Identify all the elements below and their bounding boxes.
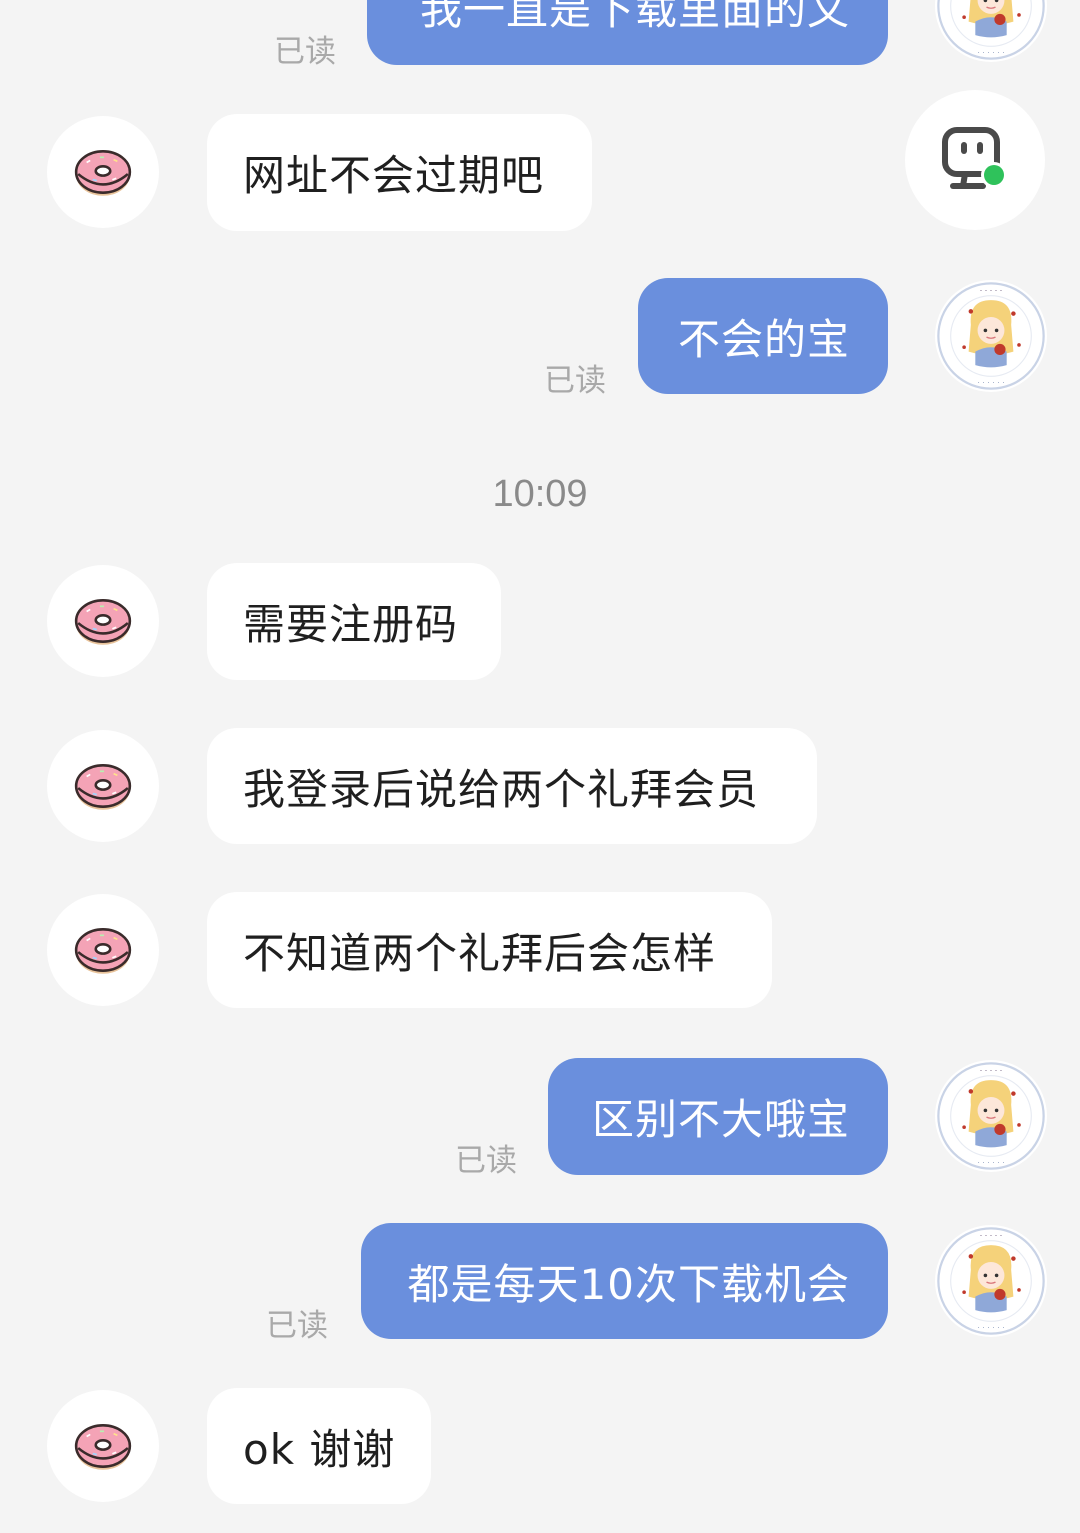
message-text: 我登录后说给两个礼拜会员 bbox=[243, 764, 760, 814]
avatar[interactable] bbox=[935, 1225, 1047, 1337]
avatar[interactable] bbox=[935, 0, 1047, 62]
avatar[interactable] bbox=[47, 1390, 159, 1502]
message-bubble[interactable]: 都是每天10次下载机会 bbox=[361, 1223, 888, 1339]
message-text: ok 谢谢 bbox=[243, 1424, 396, 1474]
message-text: 不知道两个礼拜后会怎样 bbox=[243, 928, 717, 978]
read-status: 已读 bbox=[274, 34, 336, 70]
read-status: 已读 bbox=[266, 1308, 328, 1344]
robot-assistant-icon bbox=[942, 127, 1007, 189]
girl-sticker-avatar-icon bbox=[935, 0, 1047, 62]
girl-sticker-avatar-icon bbox=[935, 1060, 1047, 1172]
donut-avatar-icon bbox=[72, 1415, 134, 1477]
read-status: 已读 bbox=[544, 363, 606, 399]
read-status: 已读 bbox=[455, 1143, 517, 1179]
donut-avatar-icon bbox=[72, 919, 134, 981]
message-text: 区别不大哦宝 bbox=[591, 1095, 850, 1144]
message-bubble[interactable]: 网址不会过期吧 bbox=[207, 114, 592, 231]
assistant-floating-button[interactable] bbox=[905, 90, 1045, 230]
timestamp: 10:09 bbox=[492, 473, 588, 515]
message-text: 我一直是下载里面的文 bbox=[419, 0, 850, 34]
girl-sticker-avatar-icon bbox=[935, 280, 1047, 392]
avatar[interactable] bbox=[935, 1060, 1047, 1172]
girl-sticker-avatar-icon bbox=[935, 1225, 1047, 1337]
message-bubble[interactable]: 区别不大哦宝 bbox=[548, 1058, 888, 1175]
message-text: 不会的宝 bbox=[677, 314, 850, 364]
avatar[interactable] bbox=[935, 280, 1047, 392]
donut-avatar-icon bbox=[72, 755, 134, 817]
avatar[interactable] bbox=[47, 565, 159, 677]
message-bubble[interactable]: 不知道两个礼拜后会怎样 bbox=[207, 892, 772, 1008]
avatar[interactable] bbox=[47, 894, 159, 1006]
avatar[interactable] bbox=[47, 116, 159, 228]
avatar[interactable] bbox=[47, 730, 159, 842]
donut-avatar-icon bbox=[72, 141, 134, 203]
donut-avatar-icon bbox=[72, 590, 134, 652]
message-text: 需要注册码 bbox=[243, 600, 459, 649]
message-text: 网址不会过期吧 bbox=[243, 151, 545, 200]
message-bubble[interactable]: 我登录后说给两个礼拜会员 bbox=[207, 728, 817, 844]
message-bubble[interactable]: 需要注册码 bbox=[207, 563, 501, 680]
message-bubble[interactable]: 我一直是下载里面的文 bbox=[367, 0, 888, 65]
message-bubble[interactable]: ok 谢谢 bbox=[207, 1388, 431, 1504]
message-text: 都是每天10次下载机会 bbox=[407, 1259, 850, 1309]
message-bubble[interactable]: 不会的宝 bbox=[638, 278, 888, 394]
